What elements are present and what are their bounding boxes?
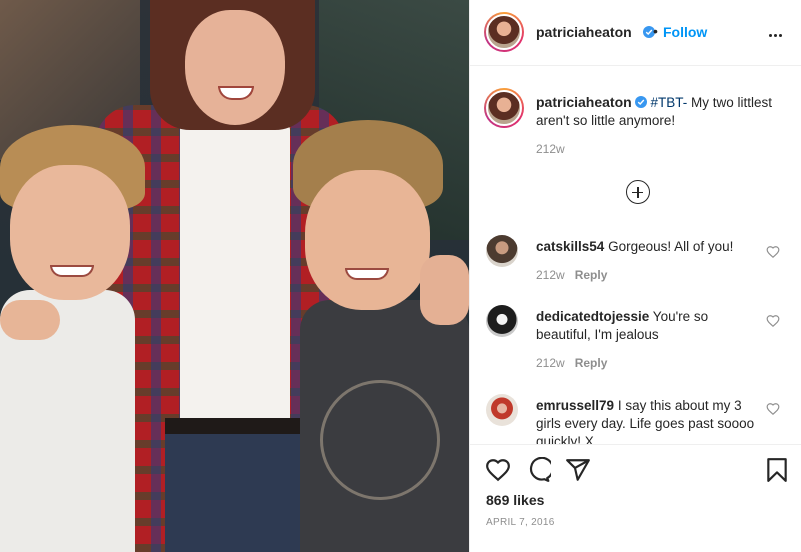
woman-face [185, 10, 285, 125]
heart-icon[interactable] [766, 245, 780, 259]
more-options-icon[interactable] [768, 24, 788, 40]
commenter-username[interactable]: catskills54 [536, 239, 604, 254]
jeans [165, 420, 305, 552]
author-username[interactable]: patriciaheaton [536, 24, 632, 40]
bookmark-icon[interactable] [764, 457, 790, 483]
right-boy-smile [345, 268, 389, 280]
heart-icon[interactable] [766, 402, 780, 416]
reply-button[interactable]: Reply [575, 268, 608, 282]
commenter-username[interactable]: dedicatedtojessie [536, 309, 649, 324]
comment: emrussell79 I say this about my 3 girls … [470, 394, 801, 444]
belt [165, 418, 305, 434]
comment-timestamp[interactable]: 212w [536, 356, 565, 370]
comment-text: emrussell79 I say this about my 3 girls … [536, 397, 761, 444]
hashtag-link[interactable]: #TBT- [650, 95, 687, 110]
caption-timestamp[interactable]: 212w [536, 142, 565, 156]
post-actions: 869 likes APRIL 7, 2016 [470, 444, 801, 552]
commenter-username[interactable]: emrussell79 [536, 398, 614, 413]
plus-circle-icon[interactable] [626, 180, 650, 204]
left-boy-face [10, 165, 130, 300]
left-boy-smile [50, 265, 94, 277]
heart-icon[interactable] [766, 314, 780, 328]
comment-text: catskills54 Gorgeous! All of you! [536, 238, 761, 256]
post-side-panel: patriciaheaton • Follow patriciaheaton #… [469, 0, 801, 552]
follow-button[interactable]: Follow [663, 24, 707, 40]
post-header: patriciaheaton • Follow [470, 0, 801, 66]
comment-icon[interactable] [525, 457, 551, 483]
comment-timestamp[interactable]: 212w [536, 268, 565, 282]
post-photo[interactable] [0, 0, 469, 552]
caption-username[interactable]: patriciaheaton [536, 94, 632, 110]
post-date[interactable]: APRIL 7, 2016 [486, 517, 555, 528]
caption-avatar[interactable] [484, 88, 524, 128]
comment-meta: 212w Reply [536, 268, 607, 282]
reply-button[interactable]: Reply [575, 356, 608, 370]
caption-text: patriciaheaton #TBT- My two littlest are… [536, 93, 786, 130]
white-shirt [180, 120, 290, 420]
shirt-graphic [320, 380, 440, 500]
comment-meta: 212w Reply [536, 356, 607, 370]
commenter-avatar[interactable] [486, 235, 518, 267]
author-avatar[interactable] [484, 12, 524, 52]
right-boy-face [305, 170, 430, 310]
commenter-avatar[interactable] [486, 394, 518, 426]
separator-dot: • [653, 23, 658, 39]
arm [420, 255, 469, 325]
verified-badge-icon [634, 96, 647, 108]
comment-text: dedicatedtojessie You're so beautiful, I… [536, 308, 761, 344]
paper-plane-icon[interactable] [565, 457, 591, 483]
like-count[interactable]: 869 likes [486, 492, 544, 508]
heart-icon[interactable] [485, 457, 511, 483]
comment-body: Gorgeous! All of you! [604, 239, 734, 254]
commenter-avatar[interactable] [486, 305, 518, 337]
arm [0, 300, 60, 340]
